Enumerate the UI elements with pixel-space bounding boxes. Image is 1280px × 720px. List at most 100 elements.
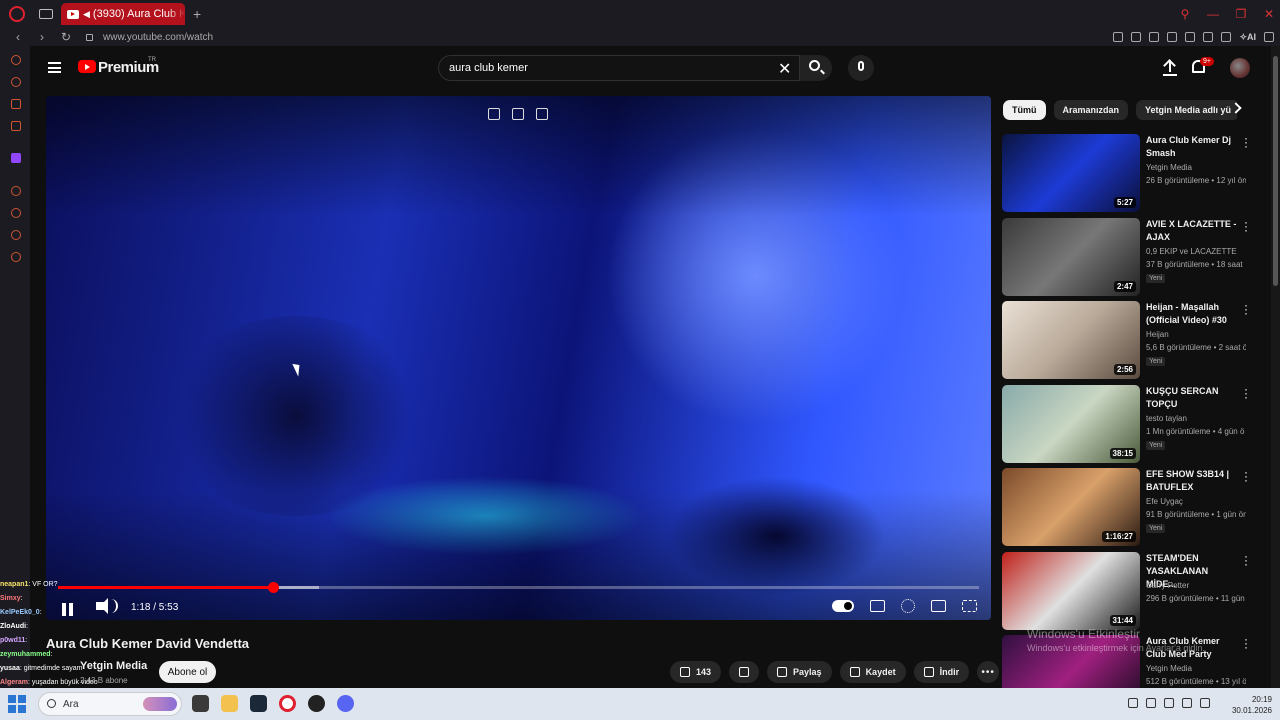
recommendation-channel[interactable]: Carry Potter xyxy=(1146,581,1189,590)
maximize-button[interactable]: ❐ xyxy=(1230,7,1252,21)
network-icon[interactable] xyxy=(1164,698,1174,708)
browser-tab-active[interactable]: ◀ (3930) Aura Club Keme xyxy=(61,3,185,25)
recommendation-channel[interactable]: Yetgin Media xyxy=(1146,163,1192,172)
recommendation-item[interactable]: 2:47 AVIE X LACAZETTE - AJAX 0,9 EKIP ve L… xyxy=(1002,216,1252,296)
url-field[interactable]: www.youtube.com/watch xyxy=(103,32,213,43)
chip-from-search[interactable]: Aramanızdan xyxy=(1053,100,1129,120)
youtube-logo-icon[interactable] xyxy=(78,60,96,73)
clear-search-icon[interactable]: ✕ xyxy=(778,59,791,79)
chip-all[interactable]: Tümü xyxy=(1003,100,1046,120)
recommendation-channel[interactable]: Heijan xyxy=(1146,330,1169,339)
hamburger-menu-icon[interactable] xyxy=(48,62,61,73)
more-options-icon[interactable]: · · · xyxy=(1244,550,1248,570)
chatgpt-icon[interactable] xyxy=(308,695,325,712)
save-button[interactable]: Kaydet xyxy=(839,661,906,683)
more-options-icon[interactable]: · · · xyxy=(1244,466,1248,486)
tray-app-icon[interactable] xyxy=(1146,698,1156,708)
close-window-button[interactable]: ✕ xyxy=(1258,7,1280,21)
more-options-icon[interactable]: · · · xyxy=(1244,132,1248,152)
steam-icon[interactable] xyxy=(250,695,267,712)
more-options-icon[interactable]: · · · xyxy=(1244,633,1248,653)
voice-search-button[interactable] xyxy=(848,55,874,81)
account-avatar[interactable] xyxy=(1230,58,1250,78)
subscribe-button[interactable]: Abone ol xyxy=(159,661,216,683)
adblock-icon[interactable] xyxy=(1149,32,1160,42)
more-actions-button[interactable]: ••• xyxy=(977,661,1000,683)
pin-icon[interactable] xyxy=(1113,32,1124,42)
recommendation-title[interactable]: Aura Club Kemer Dj Smash xyxy=(1146,134,1238,160)
battery-icon[interactable] xyxy=(1200,698,1210,708)
taskbar-clock[interactable]: 20:19 30.01.2026 xyxy=(1232,694,1272,716)
video-thumbnail[interactable]: 5:27 xyxy=(1002,134,1140,212)
subtitles-icon[interactable] xyxy=(870,600,885,612)
recommendation-item[interactable]: 31:44 STEAM'DEN YASAKLANAN MİDE... Carry P… xyxy=(1002,550,1252,630)
chip-channel[interactable]: Yetgin Media adlı yü xyxy=(1136,100,1237,120)
theater-mode-icon[interactable] xyxy=(931,600,946,612)
speaker-icon[interactable]: ◀ xyxy=(83,9,90,20)
channel-name[interactable]: Yetgin Media xyxy=(80,660,147,672)
minimize-button[interactable]: — xyxy=(1202,7,1224,21)
recommendation-item[interactable]: 5:27 Aura Club Kemer Dj Smash Yetgin Media… xyxy=(1002,132,1252,212)
search-button[interactable] xyxy=(800,55,832,81)
create-upload-icon[interactable] xyxy=(1163,60,1177,76)
download-button[interactable]: İndir xyxy=(913,661,970,683)
recommendation-title[interactable]: Heijan - Maşallah (Official Video) #30 xyxy=(1146,301,1238,327)
download-icon[interactable] xyxy=(1221,32,1232,42)
video-thumbnail[interactable]: 2:56 xyxy=(1002,301,1140,379)
heart-icon[interactable] xyxy=(1185,32,1196,42)
history-icon[interactable] xyxy=(11,208,21,218)
volume-tray-icon[interactable] xyxy=(1182,698,1192,708)
video-thumbnail[interactable]: 38:15 xyxy=(1002,384,1140,463)
share-button[interactable]: Paylaş xyxy=(767,661,832,683)
lock-icon[interactable] xyxy=(86,33,93,41)
opera-gx-icon[interactable] xyxy=(279,695,296,712)
settings-icon[interactable] xyxy=(11,252,21,262)
taskbar-search[interactable]: Ara xyxy=(38,692,182,716)
player-sidebar-icon[interactable] xyxy=(11,186,21,196)
progress-bar[interactable] xyxy=(58,582,979,593)
miniplayer-icon[interactable] xyxy=(488,108,500,120)
next-icon[interactable] xyxy=(536,108,548,120)
aria-ai-icon[interactable]: ✧AI xyxy=(1239,32,1256,43)
discord-icon[interactable] xyxy=(337,695,354,712)
messenger-icon[interactable] xyxy=(11,99,21,109)
recommendation-title[interactable]: KUŞÇU SERCAN TOPÇU xyxy=(1146,385,1238,411)
start-button[interactable] xyxy=(8,695,26,713)
opera-logo-icon[interactable] xyxy=(9,6,25,22)
menu-icon[interactable] xyxy=(1264,32,1274,42)
recommendation-channel[interactable]: 0,9 EKIP ve LACAZETTE xyxy=(1146,247,1237,256)
new-tab-button[interactable]: + xyxy=(193,6,201,22)
tabs-overview-icon[interactable] xyxy=(39,9,53,19)
forward-icon[interactable]: › xyxy=(36,30,48,44)
scrubber-handle[interactable] xyxy=(267,582,279,593)
recommendation-item[interactable]: 38:15 KUŞÇU SERCAN TOPÇU testo taylan 1 Mn … xyxy=(1002,383,1252,463)
recommendation-channel[interactable]: Yetgin Media xyxy=(1146,664,1192,673)
recommendation-channel[interactable]: testo taylan xyxy=(1146,414,1187,423)
twitch-icon[interactable] xyxy=(11,153,21,163)
recommendation-channel[interactable]: Efe Uygaç xyxy=(1146,497,1183,506)
video-player[interactable]: 1:18 / 5:53 xyxy=(46,96,991,620)
more-options-icon[interactable]: · · · xyxy=(1244,383,1248,403)
more-options-icon[interactable]: · · · xyxy=(1244,216,1248,236)
task-view-icon[interactable] xyxy=(192,695,209,712)
settings-gear-icon[interactable] xyxy=(901,599,915,613)
recommendation-title[interactable]: AVIE X LACAZETTE - AJAX xyxy=(1146,218,1238,244)
ai-tools-icon[interactable] xyxy=(11,77,21,87)
tray-chevron-icon[interactable] xyxy=(1128,698,1138,708)
page-scrollbar[interactable] xyxy=(1271,46,1280,688)
instagram-icon[interactable] xyxy=(11,121,21,131)
profile-icon[interactable] xyxy=(1203,32,1214,42)
reload-icon[interactable]: ↻ xyxy=(60,30,72,44)
video-thumbnail[interactable]: 1:16:27 xyxy=(1002,468,1140,546)
search-tabs-icon[interactable]: ⚲ xyxy=(1174,7,1196,21)
autoplay-toggle[interactable] xyxy=(832,600,854,612)
recommendation-title[interactable]: EFE SHOW S3B14 | BATUFLEX xyxy=(1146,468,1238,494)
fullscreen-icon[interactable] xyxy=(962,600,977,612)
dislike-button[interactable] xyxy=(729,661,760,683)
cast-icon[interactable] xyxy=(512,108,524,120)
recommendation-item[interactable]: 2:56 Heijan - Maşallah (Official Video) #… xyxy=(1002,299,1252,379)
video-thumbnail[interactable]: 31:44 xyxy=(1002,551,1140,630)
player-icon[interactable] xyxy=(1167,32,1178,42)
back-icon[interactable]: ‹ xyxy=(12,30,24,44)
search-input[interactable]: aura club kemer xyxy=(438,55,800,81)
